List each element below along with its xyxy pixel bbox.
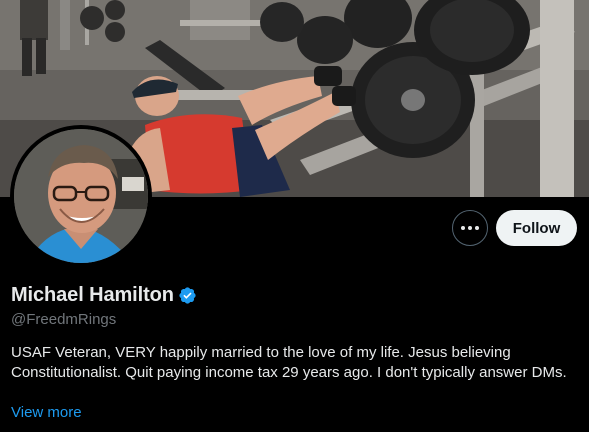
user-handle: @FreedmRings bbox=[11, 311, 117, 328]
avatar[interactable] bbox=[10, 125, 152, 267]
more-horizontal-icon bbox=[461, 226, 479, 230]
avatar-image bbox=[14, 129, 148, 263]
profile-bio: USAF Veteran, VERY happily married to th… bbox=[11, 344, 567, 381]
verified-badge-icon[interactable] bbox=[178, 286, 197, 305]
more-options-button[interactable] bbox=[452, 210, 488, 246]
display-name: Michael Hamilton bbox=[11, 284, 174, 306]
view-more-link[interactable]: View more bbox=[11, 404, 82, 421]
name-row: Michael Hamilton bbox=[11, 284, 197, 307]
follow-button[interactable]: Follow bbox=[496, 210, 577, 246]
